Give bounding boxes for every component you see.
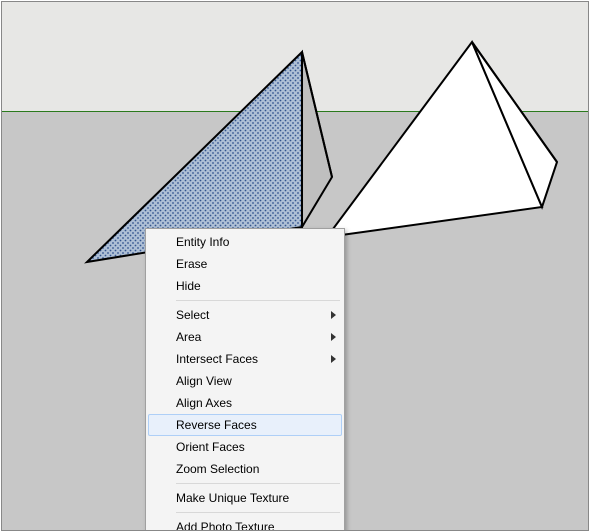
menu-item-align-view[interactable]: Align View [148,370,342,392]
chevron-right-icon [331,333,336,341]
menu-item-add-photo-texture[interactable]: Add Photo Texture [148,516,342,531]
menu-item-hide[interactable]: Hide [148,275,342,297]
menu-label: Entity Info [176,235,229,249]
menu-label: Zoom Selection [176,462,259,476]
context-menu[interactable]: Entity Info Erase Hide Select Area Inter… [145,228,345,531]
menu-item-entity-info[interactable]: Entity Info [148,231,342,253]
chevron-right-icon [331,355,336,363]
menu-label: Make Unique Texture [176,491,289,505]
left-wedge-side-face[interactable] [302,52,332,227]
menu-item-reverse-faces[interactable]: Reverse Faces [148,414,342,436]
menu-label: Intersect Faces [176,352,258,366]
menu-item-area[interactable]: Area [148,326,342,348]
menu-item-erase[interactable]: Erase [148,253,342,275]
right-wedge-front-face[interactable] [327,42,542,237]
menu-separator [176,300,340,301]
menu-separator [176,512,340,513]
menu-item-orient-faces[interactable]: Orient Faces [148,436,342,458]
menu-item-intersect-faces[interactable]: Intersect Faces [148,348,342,370]
menu-label: Reverse Faces [176,418,257,432]
menu-item-make-unique-texture[interactable]: Make Unique Texture [148,487,342,509]
menu-label: Erase [176,257,207,271]
menu-label: Hide [176,279,201,293]
menu-label: Align Axes [176,396,232,410]
chevron-right-icon [331,311,336,319]
menu-label: Orient Faces [176,440,245,454]
modeling-viewport[interactable]: Entity Info Erase Hide Select Area Inter… [1,1,589,531]
menu-item-zoom-selection[interactable]: Zoom Selection [148,458,342,480]
menu-label: Add Photo Texture [176,520,275,531]
menu-item-select[interactable]: Select [148,304,342,326]
menu-label: Area [176,330,201,344]
menu-separator [176,483,340,484]
menu-label: Select [176,308,209,322]
menu-item-align-axes[interactable]: Align Axes [148,392,342,414]
menu-label: Align View [176,374,232,388]
